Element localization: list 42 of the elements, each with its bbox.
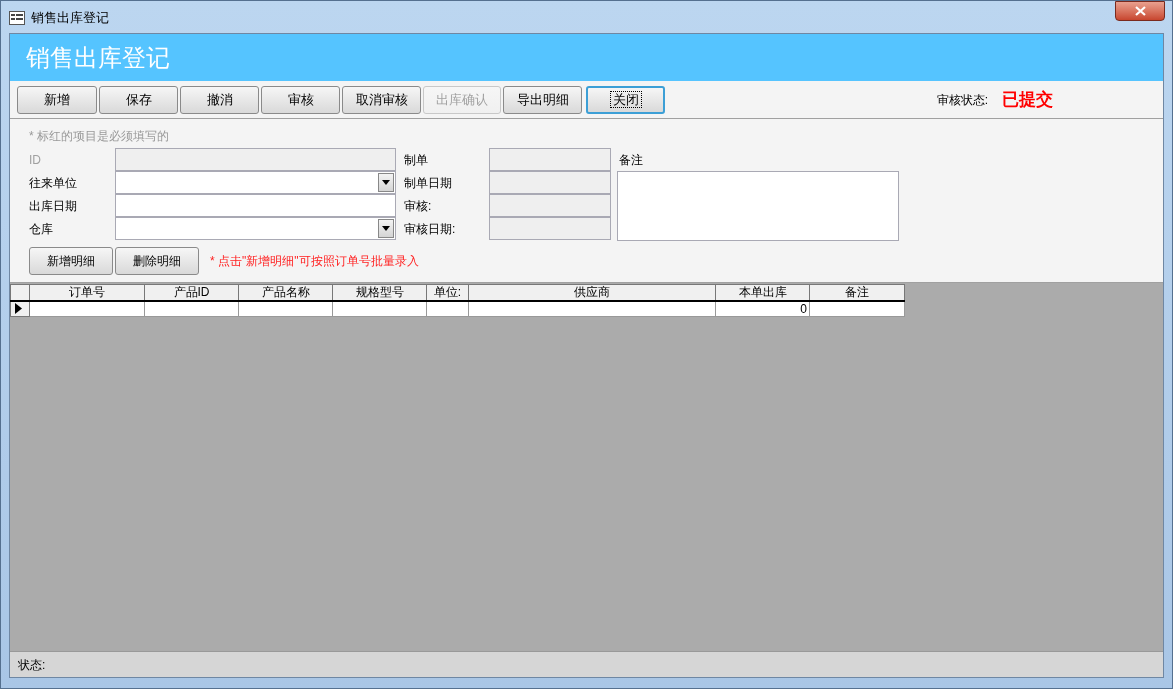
status-bar-label: 状态: <box>18 656 46 674</box>
close-icon <box>1134 6 1146 16</box>
field-label: 往来单位 <box>29 174 78 192</box>
detail-button[interactable]: 删除明细 <box>115 247 199 275</box>
toolbar-button[interactable]: 取消审核 <box>342 85 421 114</box>
form-icon <box>9 10 25 25</box>
field-label: 仓库 <box>29 220 54 238</box>
field-label: 制单日期 <box>404 174 453 192</box>
batch-entry-note: * 点击"新增明细"可按照订单号批量录入 <box>210 253 419 270</box>
close-button[interactable] <box>1115 1 1165 21</box>
toolbar-button[interactable]: 新增 <box>17 85 97 114</box>
field-label: ID <box>29 151 42 169</box>
current-row-icon <box>15 303 22 315</box>
column-header[interactable]: 单位: <box>426 284 469 301</box>
column-header[interactable]: 产品ID <box>144 284 239 301</box>
remarks-label: 备注 <box>619 152 643 169</box>
toolbar-button[interactable]: 保存 <box>99 85 178 114</box>
table-cell: 0 <box>715 300 810 317</box>
field-label: 审核: <box>404 197 433 215</box>
toolbar-button[interactable]: 审核 <box>261 85 340 114</box>
toolbar-button[interactable]: 撤消 <box>180 85 259 114</box>
window-title: 销售出库登记 <box>31 9 109 27</box>
input-field[interactable] <box>115 193 396 217</box>
toolbar-button[interactable]: 关闭 <box>586 85 665 114</box>
detail-button[interactable]: 新增明细 <box>29 247 113 275</box>
column-header[interactable]: 规格型号 <box>332 284 427 301</box>
form-title: 销售出库登记 <box>26 42 170 73</box>
column-header[interactable]: 订单号 <box>29 284 145 301</box>
remarks-field[interactable] <box>617 171 899 241</box>
toolbar-button[interactable]: 导出明细 <box>503 85 582 114</box>
input-field[interactable] <box>115 147 396 171</box>
field-label: 出库日期 <box>29 197 78 215</box>
column-header[interactable]: 供应商 <box>468 284 716 301</box>
field-label: 审核日期: <box>404 220 457 238</box>
status-value: 已提交 <box>1002 88 1053 111</box>
required-hint: * 标红的项目是必须填写的 <box>29 128 169 145</box>
column-header[interactable]: 本单出库 <box>715 284 810 301</box>
status-label: 审核状态: <box>936 91 988 109</box>
column-header[interactable]: 备注 <box>809 284 905 301</box>
column-header[interactable]: 产品名称 <box>238 284 333 301</box>
field-label: 制单 <box>404 151 429 169</box>
row-selector[interactable] <box>10 300 30 317</box>
